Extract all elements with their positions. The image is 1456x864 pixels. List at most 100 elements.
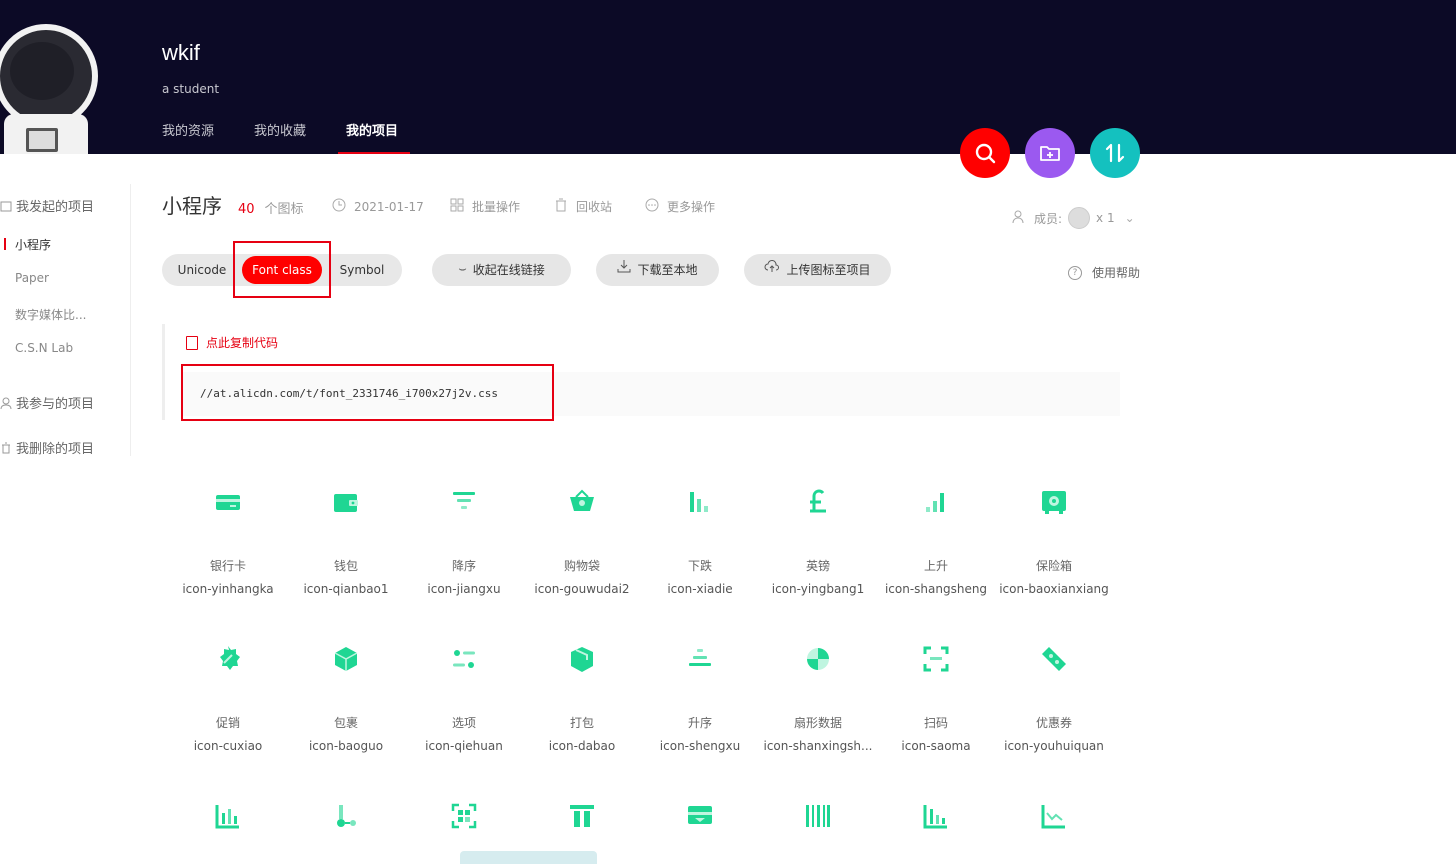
shopping-bag-icon <box>570 489 594 511</box>
sort-desc-icon <box>453 492 475 509</box>
barcode-icon <box>806 805 830 827</box>
icon-class-name: icon-yinhangka <box>182 582 274 596</box>
trend-down-icon <box>690 492 708 512</box>
scan-icon <box>923 646 949 672</box>
batch-operation-button[interactable]: 批量操作 <box>450 198 520 215</box>
icon-class-name: icon-dabao <box>548 739 616 753</box>
icon-name-cn: 扇形数据 <box>793 716 842 730</box>
package-icon <box>334 647 358 671</box>
sidebar-project-item[interactable]: 数字媒体比... <box>15 306 86 323</box>
clock-icon <box>332 198 346 215</box>
floating-tab[interactable] <box>460 851 597 864</box>
cloud-upload-icon <box>764 254 780 286</box>
icon-name-cn: 上升 <box>923 559 948 573</box>
copy-code-link[interactable]: 点此复制代码 <box>186 334 278 351</box>
icon-card[interactable]: 钱包 icon-qianbao1 <box>287 487 405 596</box>
icon-card[interactable]: 保险箱 icon-baoxianxiang <box>995 487 1113 596</box>
options-icon <box>453 650 475 668</box>
sidebar-project-item[interactable]: Paper <box>15 271 49 285</box>
icon-card[interactable] <box>759 801 877 831</box>
icon-card[interactable] <box>287 801 405 831</box>
sidebar-joined-projects[interactable]: 我参与的项目 <box>0 393 94 412</box>
more-icon <box>645 198 659 215</box>
sort-asc-icon <box>689 649 711 666</box>
icon-card[interactable]: 英镑 icon-yingbang1 <box>759 487 877 596</box>
qrcode-icon <box>451 803 477 829</box>
icon-card[interactable] <box>877 801 995 831</box>
search-button[interactable] <box>960 128 1010 178</box>
icon-card[interactable] <box>641 801 759 831</box>
new-folder-button[interactable] <box>1025 128 1075 178</box>
project-title: 小程序 <box>162 194 222 218</box>
upload-button[interactable]: 上传图标至项目 <box>744 254 891 286</box>
sidebar-project-item[interactable]: 小程序 <box>15 236 51 253</box>
icon-class-name: icon-saoma <box>901 739 971 753</box>
highlight-box <box>233 241 331 298</box>
active-indicator <box>4 238 6 250</box>
member-avatar <box>1068 207 1091 229</box>
icon-class-name: icon-shangsheng <box>884 582 988 596</box>
icon-card[interactable]: 选项 icon-qiehuan <box>405 644 523 753</box>
recycle-bin-button[interactable]: 回收站 <box>554 198 612 215</box>
icon-name-cn: 降序 <box>451 559 476 573</box>
icon-class-name: icon-jiangxu <box>427 582 501 596</box>
nav-my-projects[interactable]: 我的项目 <box>346 120 398 139</box>
sidebar-initiated-projects[interactable]: 我发起的项目 <box>0 196 94 215</box>
column-icon <box>570 805 594 827</box>
icon-class-name: icon-gouwudai2 <box>534 582 630 596</box>
icon-card[interactable]: 打包 icon-dabao <box>523 644 641 753</box>
more-operations-button[interactable]: 更多操作 <box>645 198 715 215</box>
collapse-link-button[interactable]: ⌣ 收起在线链接 <box>432 254 571 286</box>
card-icon <box>216 495 240 510</box>
nav-active-underline <box>338 152 410 154</box>
icon-card[interactable]: 购物袋 icon-gouwudai2 <box>523 487 641 596</box>
sidebar-project-item[interactable]: C.S.N Lab <box>15 341 73 355</box>
icon-class-name: icon-yingbang1 <box>771 582 865 596</box>
pack-icon <box>571 647 593 672</box>
pound-icon <box>810 489 826 513</box>
icon-name-cn: 下跌 <box>687 559 712 573</box>
node-icon <box>337 805 356 827</box>
icon-card[interactable] <box>405 801 523 831</box>
icon-card[interactable]: 上升 icon-shangsheng <box>877 487 995 596</box>
download-button[interactable]: 下载至本地 <box>596 254 719 286</box>
icon-card[interactable] <box>523 801 641 831</box>
pie-chart-icon <box>807 648 829 670</box>
help-link[interactable]: ? 使用帮助 <box>1068 264 1140 281</box>
profile-header: wkif a student 我的资源 我的收藏 我的项目 <box>0 0 1456 154</box>
icon-name-cn: 英镑 <box>805 559 830 573</box>
icon-card[interactable] <box>169 801 287 831</box>
folder-add-icon <box>1040 146 1060 161</box>
icon-card[interactable] <box>995 801 1113 831</box>
icon-name-cn: 银行卡 <box>209 559 246 573</box>
nav-my-resources[interactable]: 我的资源 <box>162 120 214 139</box>
icon-card[interactable]: 降序 icon-jiangxu <box>405 487 523 596</box>
icon-card[interactable]: 包裹 icon-baoguo <box>287 644 405 753</box>
tab-unicode[interactable]: Unicode <box>168 254 236 286</box>
icon-name-cn: 促销 <box>215 716 240 730</box>
icon-card[interactable]: 促销 icon-cuxiao <box>169 644 287 753</box>
members-dropdown[interactable]: 成员: x 1 ⌄ <box>1012 207 1135 229</box>
nav-my-favorites[interactable]: 我的收藏 <box>254 120 306 139</box>
highlight-box <box>181 364 554 421</box>
receipt-icon <box>688 806 712 824</box>
sort-button[interactable] <box>1090 128 1140 178</box>
icon-class-name: icon-qiehuan <box>425 739 503 753</box>
safe-icon <box>1042 491 1066 514</box>
icon-name-cn: 升序 <box>687 716 712 730</box>
icon-card[interactable]: 升序 icon-shengxu <box>641 644 759 753</box>
sidebar-deleted-projects[interactable]: 我删除的项目 <box>0 438 94 457</box>
icon-name-cn: 打包 <box>569 716 594 730</box>
icon-card[interactable]: 扇形数据 icon-shanxingsh... <box>759 644 877 753</box>
icon-name-cn: 购物袋 <box>563 559 600 573</box>
tab-symbol[interactable]: Symbol <box>328 254 396 286</box>
icon-card[interactable]: 下跌 icon-xiadie <box>641 487 759 596</box>
sidebar-item-label: 我删除的项目 <box>16 442 95 457</box>
icon-card[interactable]: 优惠券 icon-youhuiquan <box>995 644 1113 753</box>
user-subtitle: a student <box>162 82 220 96</box>
icon-name-cn: 保险箱 <box>1035 559 1072 573</box>
icon-card[interactable]: 银行卡 icon-yinhangka <box>169 487 287 596</box>
icon-card[interactable]: 扫码 icon-saoma <box>877 644 995 753</box>
sort-icon <box>1105 143 1125 163</box>
download-icon <box>617 254 631 286</box>
